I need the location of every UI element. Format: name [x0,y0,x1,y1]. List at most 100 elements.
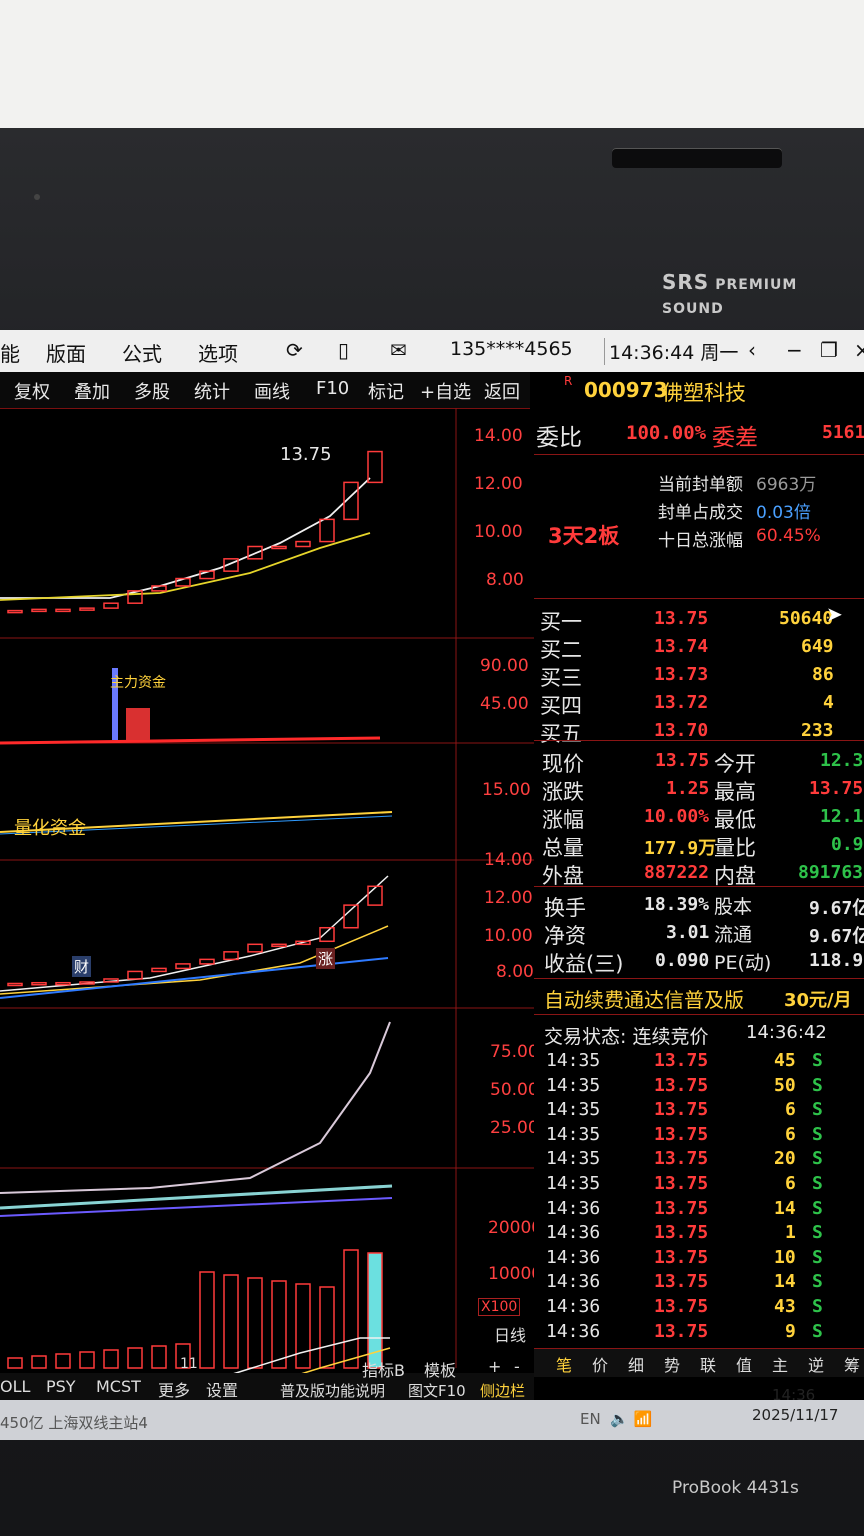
candle[interactable] [31,981,47,986]
volume-bar[interactable] [271,1280,287,1369]
candle[interactable] [223,951,239,961]
link-f10[interactable]: 图文F10 [408,1380,466,1401]
restore-icon[interactable]: ❐ [820,338,838,362]
link-feature-guide[interactable]: 普及版功能说明 [280,1380,385,1401]
toolbar-f10[interactable]: F10 [316,378,349,399]
candle[interactable] [175,963,191,970]
tab-settings[interactable]: 设置 [206,1377,238,1401]
tab-plus[interactable]: + [488,1357,501,1376]
toolbar-back[interactable]: 返回 [484,378,520,404]
candle[interactable] [151,967,167,973]
menu-item-function[interactable]: 能 [0,338,20,367]
candle[interactable] [31,608,47,613]
candle[interactable] [199,958,215,965]
panel-tab[interactable]: 笔 [556,1352,572,1376]
candle[interactable] [343,904,359,929]
tab-template[interactable]: 模板 [424,1357,456,1381]
promo-price[interactable]: 30元/月 [784,986,852,1012]
candle[interactable] [247,943,263,953]
tick-volume: 14 [774,1197,796,1219]
volume-bar[interactable] [127,1347,143,1369]
tab-mcst[interactable]: MCST [96,1377,141,1396]
toolbar-biaoji[interactable]: 标记 [368,378,404,404]
candle[interactable] [55,981,71,986]
candle[interactable] [127,970,143,980]
volume-bar[interactable] [199,1271,215,1369]
volume-bar[interactable] [343,1249,359,1369]
menu-item-options[interactable]: 选项 [198,338,238,367]
menu-item-formula[interactable]: 公式 [122,338,162,367]
volume-bar[interactable] [103,1349,119,1369]
peak-price-label: 13.75 [280,444,332,465]
fund-label-right: PE(动) [714,952,772,974]
fund-value-right: 118.9 [809,950,864,971]
cursor-icon: ➤ [826,602,843,626]
promo-text[interactable]: 自动续费通达信普及版 [544,984,744,1013]
panel-tab[interactable]: 逆 [808,1352,824,1376]
tick-volume: 20 [774,1148,796,1170]
volume-bar[interactable] [295,1283,311,1369]
volume-bar[interactable] [31,1355,47,1369]
account-phone: 135****4565 [450,338,573,360]
close-icon[interactable]: × [854,338,864,362]
tab-psy[interactable]: PSY [46,1377,76,1396]
candle[interactable] [367,885,383,906]
panel-tab[interactable]: 筹 [844,1352,860,1376]
minimize-icon[interactable]: − [786,338,803,362]
menu-item-layout[interactable]: 版面 [46,338,86,367]
tick-side: S [812,1148,823,1170]
candle[interactable] [367,450,383,484]
phone-icon[interactable]: ▯ [338,338,349,362]
tab-indicator-b[interactable]: 指标B [362,1357,405,1381]
back-arrow-icon[interactable]: ‹ [748,338,756,362]
panel-tab[interactable]: 价 [592,1352,608,1376]
candle[interactable] [319,926,335,943]
tab-more[interactable]: 更多 [158,1377,190,1401]
toolbar-fuquan[interactable]: 复权 [14,378,50,404]
volume-bar[interactable] [151,1345,167,1369]
candle[interactable] [7,982,23,987]
toolbar-add-watch[interactable]: +自选 [420,378,471,404]
candle[interactable] [55,608,71,613]
volume-bar[interactable] [319,1286,335,1369]
toolbar-tongji[interactable]: 统计 [194,378,230,404]
toolbar-huaxian[interactable]: 画线 [254,378,290,404]
seal-value-1: 0.03倍 [756,503,811,523]
candle[interactable] [103,602,119,609]
candle[interactable] [7,609,23,614]
bid-volume: 86 [812,664,834,685]
seal-value-0: 6963万 [756,475,817,495]
volume-bar[interactable] [79,1351,95,1369]
candle[interactable] [151,585,167,592]
candle[interactable] [319,518,335,543]
toolbar-duogu[interactable]: 多股 [134,378,170,404]
candle[interactable] [271,943,287,948]
volume-bar[interactable] [223,1274,239,1369]
volume-bar[interactable] [7,1357,23,1369]
bezel-slot [612,148,782,168]
panel-tab[interactable]: 势 [664,1352,680,1376]
tab-minus[interactable]: - [514,1357,520,1376]
candle[interactable] [295,540,311,548]
news-marker-cai[interactable]: 财 [72,956,92,977]
panel-tab[interactable]: 值 [736,1352,752,1376]
axis-sub2-3: 10.00 [484,926,533,946]
volume-bar[interactable] [55,1353,71,1369]
panel-tab[interactable]: 联 [700,1352,716,1376]
chart-area[interactable]: 13.75 财 涨 主力资金 量化资金 14.00 12.00 10.00 8.… [0,408,542,1440]
link-sidebar[interactable]: 侧边栏 [480,1380,525,1401]
panel-tab[interactable]: 细 [628,1352,644,1376]
refresh-icon[interactable]: ⟳ [286,338,303,362]
toolbar-diejia[interactable]: 叠加 [74,378,110,404]
mail-icon[interactable]: ✉ [390,338,407,362]
news-marker-zhang[interactable]: 涨 [316,948,336,969]
candle[interactable] [271,545,287,550]
period-label[interactable]: 日线 [494,1322,526,1346]
volume-bar[interactable] [247,1277,263,1369]
kline-chart[interactable] [0,408,534,1440]
candle[interactable] [79,607,95,611]
panel-tab[interactable]: 主 [772,1352,788,1376]
tab-oll[interactable]: OLL [0,1377,30,1396]
tick-volume: 6 [785,1173,796,1194]
seal-label-0: 当前封单额 [658,475,743,495]
